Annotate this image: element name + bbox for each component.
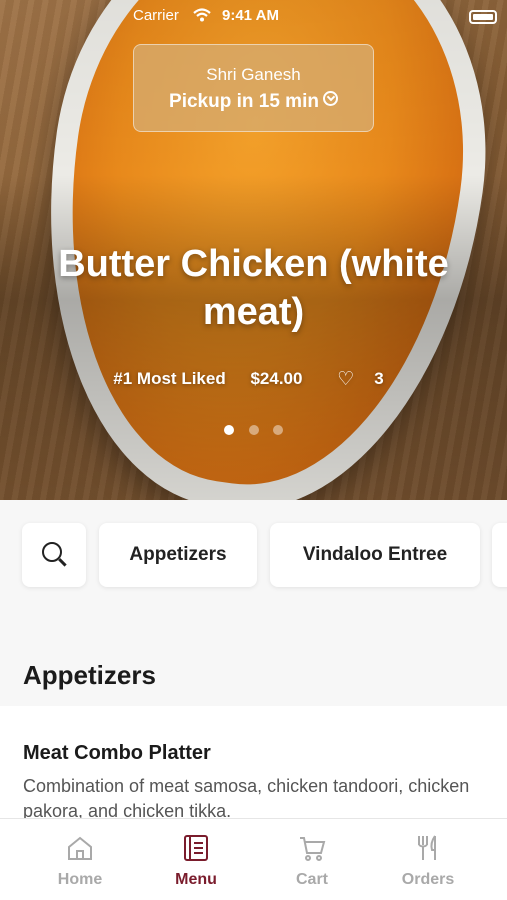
most-liked-badge: #1 Most Liked [113, 369, 226, 388]
wifi-icon [193, 8, 211, 22]
search-icon [42, 542, 62, 562]
chevron-down-icon [322, 91, 338, 106]
category-chip-appetizers[interactable]: Appetizers [99, 523, 257, 587]
hero-banner[interactable]: Carrier 9:41 AM Shri Ganesh Pickup in 15… [0, 0, 507, 500]
carousel-dot[interactable] [224, 425, 235, 435]
tab-cart[interactable]: Cart [249, 819, 375, 900]
tab-label: Orders [401, 871, 455, 888]
pickup-time-label: Pickup in 15 min [169, 91, 319, 112]
carrier-label: Carrier [133, 7, 179, 24]
likes-count-group[interactable]: ♡ 3 [327, 368, 394, 391]
carousel-dot[interactable] [272, 425, 283, 435]
pickup-time: Pickup in 15 min [134, 91, 373, 113]
menu-icon [184, 835, 208, 861]
status-bar: Carrier 9:41 AM [0, 4, 507, 26]
tab-label: Home [57, 871, 103, 888]
cart-icon [300, 837, 326, 861]
featured-dish-title: Butter Chicken (white meat) [58, 243, 449, 333]
orders-icon [418, 835, 436, 860]
store-pickup-selector[interactable]: Shri Ganesh Pickup in 15 min [133, 44, 374, 132]
menu-item-card[interactable]: Meat Combo Platter Combination of meat s… [0, 706, 507, 826]
search-button[interactable] [22, 523, 86, 587]
category-chip-partial[interactable] [492, 523, 507, 587]
bottom-tab-bar: Home Menu Cart Orders [0, 818, 507, 900]
featured-dish-meta: #1 Most Liked $24.00 ♡ 3 [0, 368, 507, 391]
tab-home[interactable]: Home [17, 819, 143, 900]
carousel-indicator [0, 422, 507, 440]
category-chip-vindaloo-entree[interactable]: Vindaloo Entree [270, 523, 480, 587]
likes-count: 3 [374, 369, 384, 388]
heart-icon: ♡ [337, 369, 355, 390]
tab-label: Cart [295, 871, 328, 888]
tab-menu[interactable]: Menu [133, 819, 259, 900]
status-time: 9:41 AM [222, 7, 279, 24]
battery-icon [469, 10, 497, 24]
featured-price: $24.00 [250, 369, 303, 388]
section-title: Appetizers [23, 660, 156, 690]
menu-item-description: Combination of meat samosa, chicken tand… [23, 776, 470, 821]
tab-label: Menu [175, 871, 217, 888]
tab-orders[interactable]: Orders [365, 819, 491, 900]
store-name: Shri Ganesh [206, 65, 301, 84]
carousel-dot[interactable] [248, 425, 259, 435]
menu-item-name: Meat Combo Platter [23, 742, 211, 764]
home-icon [68, 836, 92, 860]
